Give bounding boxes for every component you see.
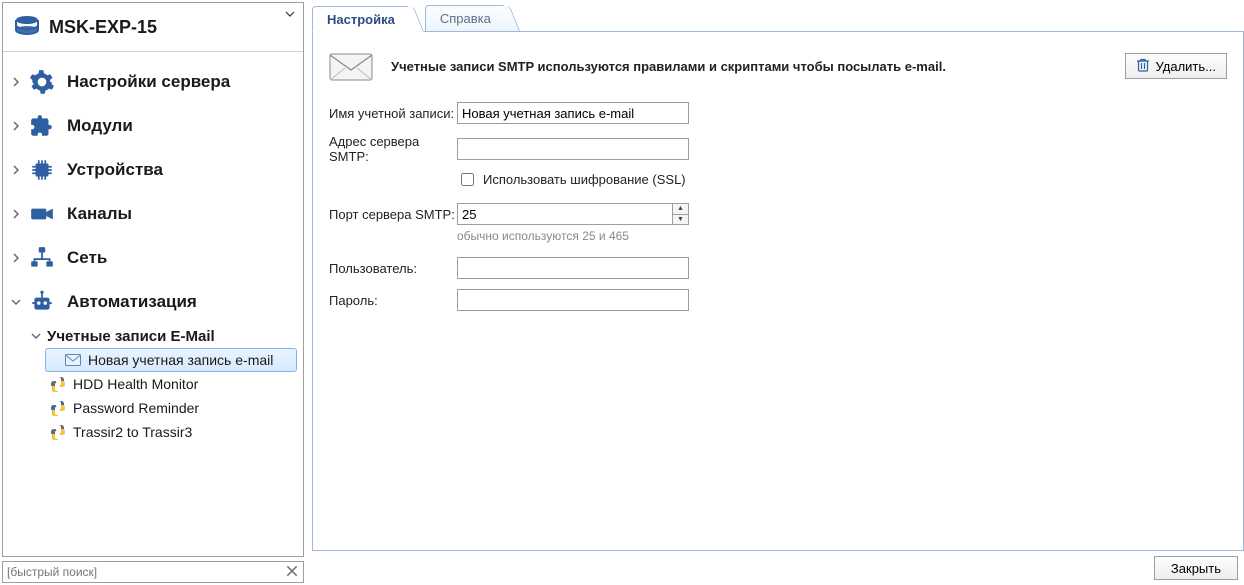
clear-icon[interactable] bbox=[285, 564, 299, 578]
label-user: Пользователь: bbox=[329, 261, 457, 276]
python-icon bbox=[49, 375, 67, 393]
dropdown-icon bbox=[285, 7, 295, 17]
nav-script-hdd[interactable]: HDD Health Monitor bbox=[3, 372, 303, 396]
port-hint: обычно используются 25 и 465 bbox=[457, 229, 1227, 243]
chevron-right-icon bbox=[9, 75, 23, 89]
nav-server-settings[interactable]: Настройки сервера bbox=[3, 60, 303, 104]
nav-label: Каналы bbox=[67, 204, 132, 224]
group-label: Учетные записи E-Mail bbox=[47, 328, 215, 345]
sidebar: MSK-EXP-15 Настройки сервера Модули bbox=[0, 0, 306, 585]
nav-automation[interactable]: Автоматизация bbox=[3, 280, 303, 324]
chip-icon bbox=[27, 155, 57, 185]
item-label: Password Reminder bbox=[73, 400, 199, 416]
input-port[interactable] bbox=[457, 203, 689, 225]
label-ssl: Использовать шифрование (SSL) bbox=[483, 172, 686, 187]
nav-tree: Настройки сервера Модули Устройства Кана… bbox=[3, 56, 303, 448]
tab-help[interactable]: Справка bbox=[425, 5, 506, 31]
info-text: Учетные записи SMTP используются правила… bbox=[391, 59, 946, 74]
gear-icon bbox=[27, 67, 57, 97]
nav-network[interactable]: Сеть bbox=[3, 236, 303, 280]
nav-devices[interactable]: Устройства bbox=[3, 148, 303, 192]
input-account-name[interactable] bbox=[457, 102, 689, 124]
chevron-right-icon bbox=[9, 207, 23, 221]
envelope-icon bbox=[329, 50, 373, 82]
checkbox-ssl[interactable] bbox=[461, 173, 474, 186]
puzzle-icon bbox=[27, 111, 57, 141]
label-smtp: Адрес сервера SMTP: bbox=[329, 134, 457, 164]
nav-label: Устройства bbox=[67, 160, 163, 180]
chevron-down-icon bbox=[29, 329, 43, 343]
button-label: Удалить... bbox=[1156, 59, 1216, 74]
tab-label: Настройка bbox=[327, 12, 395, 27]
port-spinner[interactable]: ▲▼ bbox=[672, 204, 688, 224]
delete-button[interactable]: Удалить... bbox=[1125, 53, 1227, 79]
nav-label: Автоматизация bbox=[67, 292, 197, 312]
divider bbox=[3, 51, 303, 52]
item-label: HDD Health Monitor bbox=[73, 376, 198, 392]
trash-icon bbox=[1136, 57, 1150, 76]
nav-label: Модули bbox=[67, 116, 133, 136]
tab-settings[interactable]: Настройка bbox=[312, 6, 410, 32]
robot-icon bbox=[27, 287, 57, 317]
python-icon bbox=[49, 423, 67, 441]
settings-panel: Учетные записи SMTP используются правила… bbox=[312, 32, 1244, 551]
nav-email-account-item[interactable]: Новая учетная запись e-mail bbox=[45, 348, 297, 372]
nav-label: Настройки сервера bbox=[67, 72, 230, 92]
database-icon bbox=[13, 15, 41, 39]
server-selector[interactable]: MSK-EXP-15 bbox=[3, 3, 303, 51]
python-icon bbox=[49, 399, 67, 417]
label-password: Пароль: bbox=[329, 293, 457, 308]
close-[interactable]: Закрыть bbox=[1154, 556, 1238, 580]
nav-script-trassir[interactable]: Trassir2 to Trassir3 bbox=[3, 420, 303, 444]
server-name: MSK-EXP-15 bbox=[49, 17, 157, 38]
nav-channels[interactable]: Каналы bbox=[3, 192, 303, 236]
network-icon bbox=[27, 243, 57, 273]
nav-label: Сеть bbox=[67, 248, 107, 268]
footer: Закрыть bbox=[312, 551, 1244, 585]
nav-email-accounts-group[interactable]: Учетные записи E-Mail bbox=[3, 324, 303, 348]
item-label: Trassir2 to Trassir3 bbox=[73, 424, 192, 440]
chevron-right-icon bbox=[9, 251, 23, 265]
sidebar-tree: MSK-EXP-15 Настройки сервера Модули bbox=[2, 2, 304, 557]
smtp-form: Имя учетной записи: Адрес сервера SMTP: … bbox=[313, 82, 1243, 311]
quick-search[interactable] bbox=[2, 561, 304, 583]
item-label: Новая учетная запись e-mail bbox=[88, 352, 273, 368]
nav-script-password[interactable]: Password Reminder bbox=[3, 396, 303, 420]
content-area: Настройка Справка Учетные записи SMTP ис… bbox=[306, 0, 1244, 585]
input-user[interactable] bbox=[457, 257, 689, 279]
tab-bar: Настройка Справка bbox=[312, 0, 1244, 32]
chevron-right-icon bbox=[9, 163, 23, 177]
label-account: Имя учетной записи: bbox=[329, 106, 457, 121]
quick-search-input[interactable] bbox=[3, 562, 303, 582]
label-port: Порт сервера SMTP: bbox=[329, 207, 457, 222]
tab-label: Справка bbox=[440, 11, 491, 26]
spin-down-icon[interactable]: ▼ bbox=[672, 215, 688, 225]
input-password[interactable] bbox=[457, 289, 689, 311]
camera-icon bbox=[27, 199, 57, 229]
button-label: Закрыть bbox=[1171, 561, 1221, 576]
chevron-down-icon bbox=[9, 295, 23, 309]
chevron-right-icon bbox=[9, 119, 23, 133]
spin-up-icon[interactable]: ▲ bbox=[672, 204, 688, 215]
nav-modules[interactable]: Модули bbox=[3, 104, 303, 148]
input-smtp-address[interactable] bbox=[457, 138, 689, 160]
envelope-icon bbox=[64, 351, 82, 369]
